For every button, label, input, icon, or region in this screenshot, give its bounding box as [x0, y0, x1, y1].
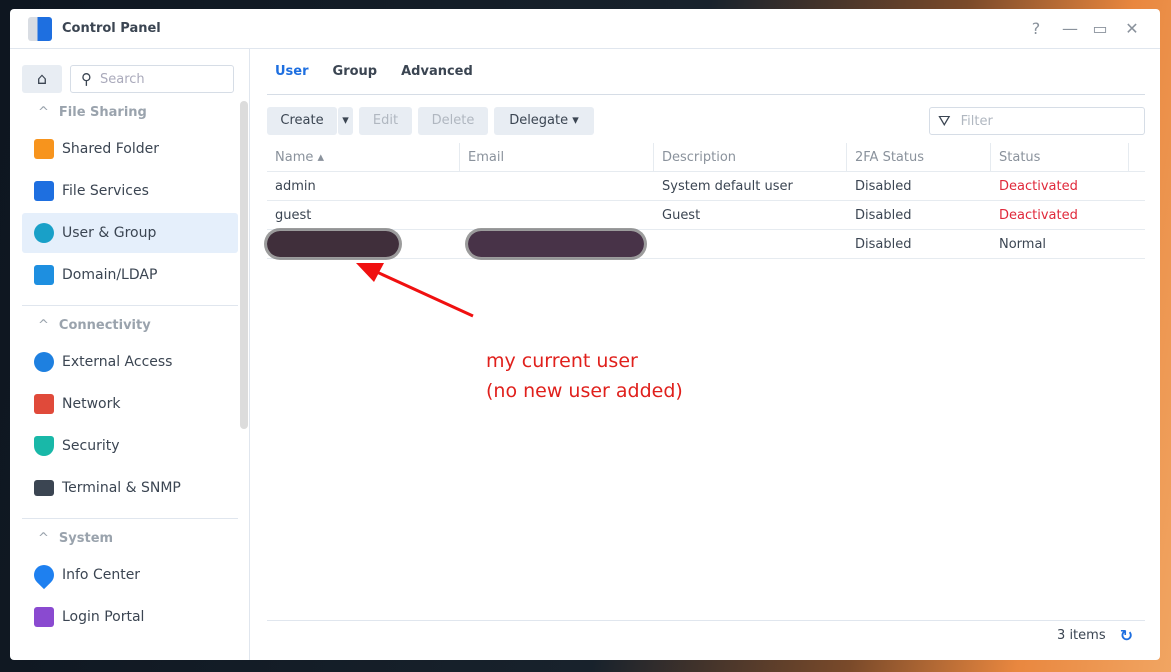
annotation-text: my current user (no new user added): [486, 350, 683, 402]
annotation-arrow: [356, 263, 474, 318]
